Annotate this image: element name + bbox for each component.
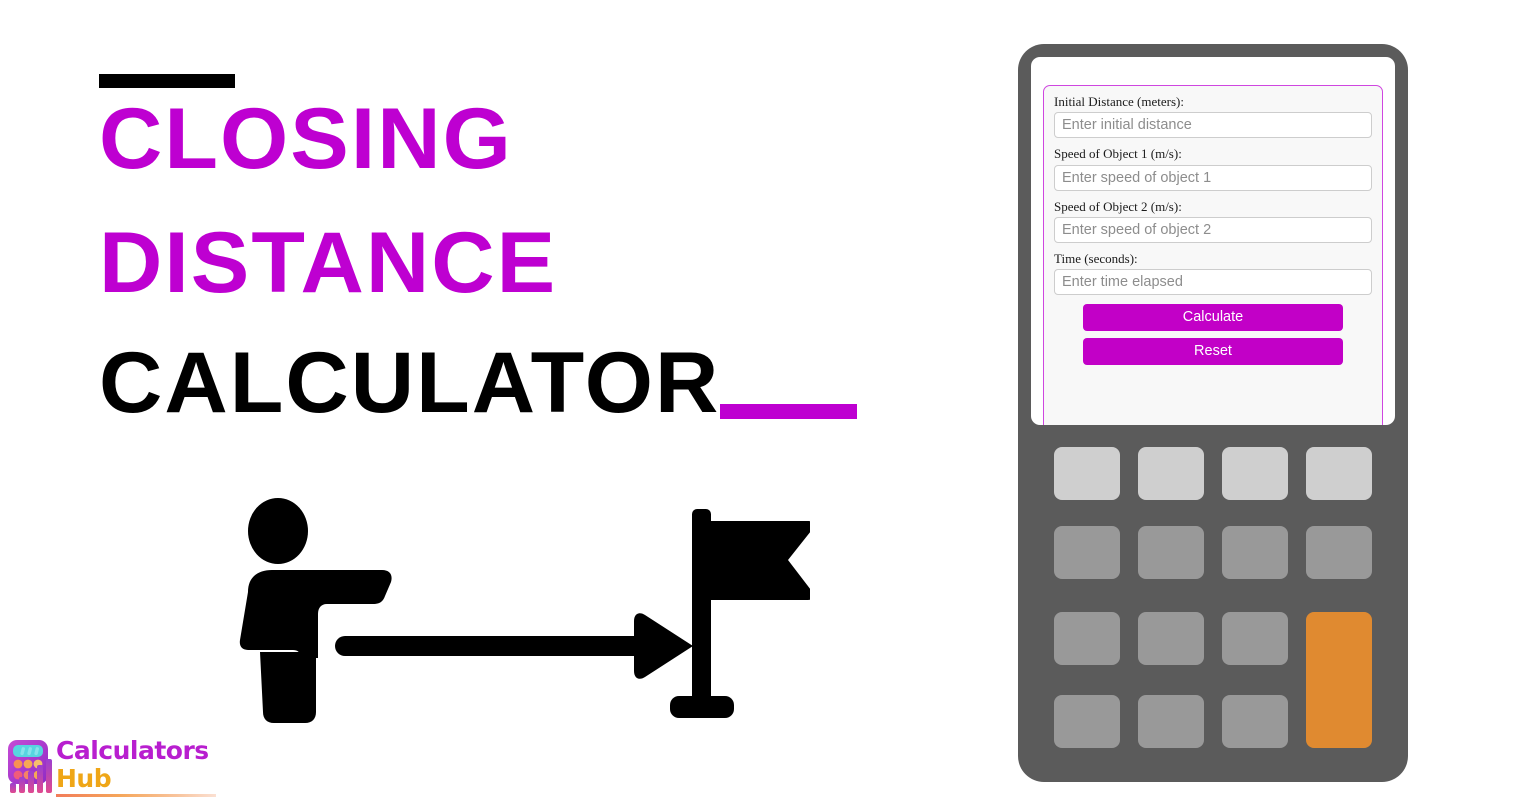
closing-distance-illustration: [230, 495, 814, 730]
speed-object-2-input[interactable]: [1054, 216, 1372, 243]
keypad-key-r1c3[interactable]: [1222, 447, 1288, 500]
speed-object-1-input[interactable]: [1054, 164, 1372, 191]
title-bottom-rule: [720, 404, 857, 419]
keypad-key-r2c4[interactable]: [1306, 526, 1372, 579]
calculate-button[interactable]: Calculate: [1083, 304, 1343, 332]
keypad-key-r4c2[interactable]: [1138, 695, 1204, 748]
keypad-key-r2c1[interactable]: [1054, 526, 1120, 579]
flag-icon: [670, 509, 814, 718]
page-title-line-2: Distance: [99, 215, 558, 311]
closing-distance-form: Initial Distance (meters): Speed of Obje…: [1043, 85, 1383, 425]
title-top-rule: [99, 74, 235, 88]
keypad-key-r4c1[interactable]: [1054, 695, 1120, 748]
keypad-key-r4c3[interactable]: [1222, 695, 1288, 748]
initial-distance-input[interactable]: [1054, 112, 1372, 139]
page-title-line-1: Closing: [99, 91, 513, 187]
keypad-key-r2c2[interactable]: [1138, 526, 1204, 579]
brand-word-primary: Calculators: [56, 736, 209, 765]
brand-logo-underline: [56, 794, 216, 797]
field-label-speed-object-1: Speed of Object 1 (m/s):: [1054, 146, 1182, 162]
page-title-line-3: Calculator: [99, 335, 721, 431]
keypad-key-r3c3[interactable]: [1222, 612, 1288, 665]
keypad-key-accent-equals[interactable]: [1306, 612, 1372, 748]
keypad-key-r1c2[interactable]: [1138, 447, 1204, 500]
keypad-key-r1c1[interactable]: [1054, 447, 1120, 500]
keypad-key-r2c3[interactable]: [1222, 526, 1288, 579]
reset-button[interactable]: Reset: [1083, 338, 1343, 366]
brand-word-secondary: Hub: [56, 764, 112, 793]
calculator-keypad: [1054, 447, 1374, 760]
time-input[interactable]: [1054, 269, 1372, 296]
field-label-initial-distance: Initial Distance (meters):: [1054, 94, 1184, 109]
field-label-time: Time (seconds):: [1054, 250, 1138, 266]
keypad-key-r3c2[interactable]: [1138, 612, 1204, 665]
right-arrow-icon: [335, 613, 693, 679]
brand-logo-text: Calculators Hub: [56, 738, 209, 791]
field-label-speed-object-2: Speed of Object 2 (m/s):: [1054, 198, 1182, 214]
person-pointing-icon: [239, 498, 392, 723]
hero-section: Closing Distance Calculator: [0, 0, 1000, 800]
brand-logo: Calculators Hub: [4, 738, 234, 797]
keypad-key-r1c4[interactable]: [1306, 447, 1372, 500]
keypad-key-r3c1[interactable]: [1054, 612, 1120, 665]
calculator-bars-logo-icon: [4, 738, 56, 794]
calculator-screen: Initial Distance (meters): Speed of Obje…: [1031, 57, 1395, 425]
